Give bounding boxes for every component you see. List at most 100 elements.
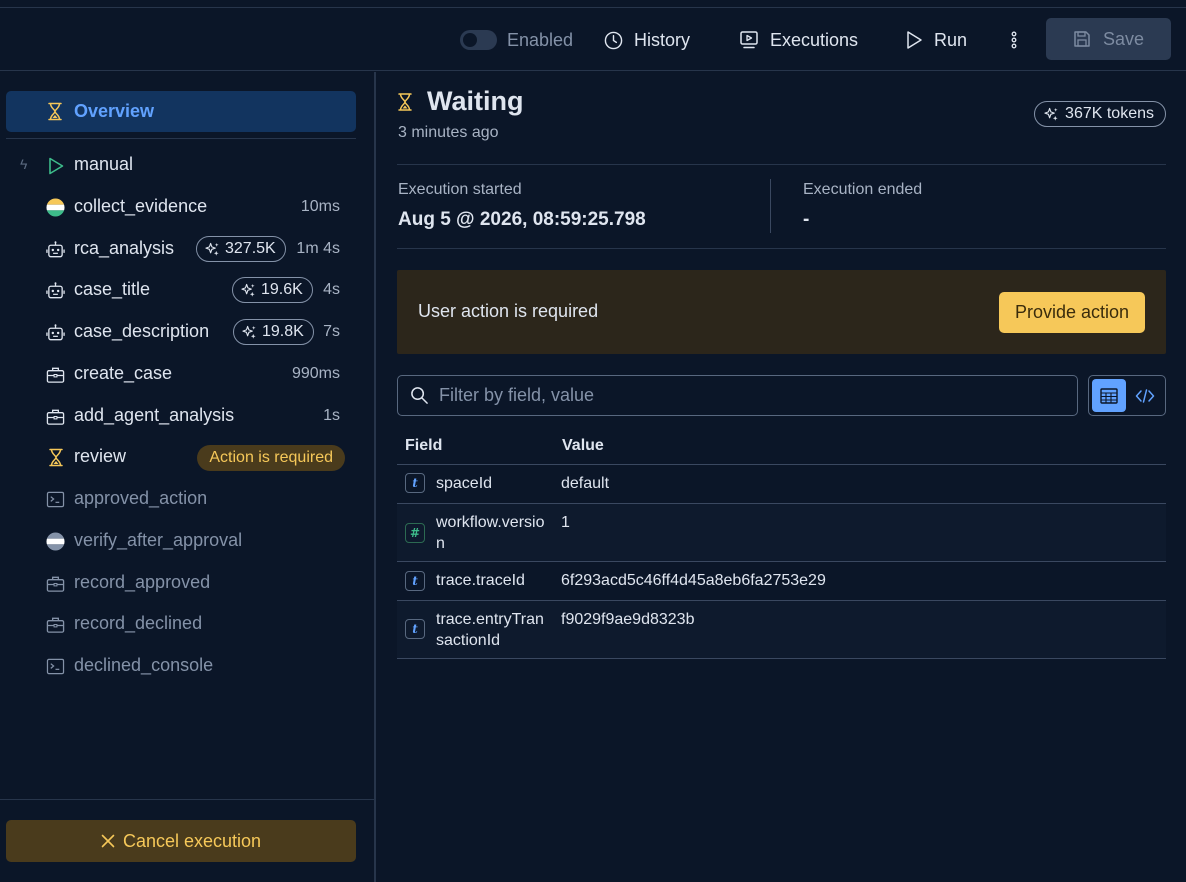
sparkles-icon	[1044, 107, 1058, 121]
field-name: trace.traceId	[436, 572, 525, 589]
token-badge: 19.8K	[233, 319, 314, 345]
execution-ended-value: -	[803, 209, 810, 230]
executions-button[interactable]: Executions	[739, 26, 858, 54]
step-manual[interactable]: ϟ manual	[0, 149, 356, 181]
history-button[interactable]: History	[604, 26, 690, 54]
table-view-button[interactable]	[1092, 379, 1126, 412]
enabled-label: Enabled	[507, 29, 574, 50]
field-value: default	[561, 475, 610, 492]
number-type-icon: #	[405, 523, 425, 543]
table-header: Field Value	[397, 429, 1166, 465]
action-required-badge: Action is required	[197, 445, 345, 471]
field-name: spaceId	[436, 475, 493, 492]
step-name: record_declined	[74, 613, 203, 633]
step-case-description[interactable]: case_description 19.8K 7s	[0, 316, 356, 348]
field-value: 6f293acd5c46ff4d45a8eb6fa2753e29	[561, 572, 826, 589]
save-icon	[1073, 30, 1091, 48]
field-name: workflow.version	[436, 514, 545, 552]
vertical-divider	[770, 179, 771, 233]
step-name: approved_action	[74, 488, 208, 508]
sparkles-icon	[242, 325, 256, 339]
step-duration: 10ms	[300, 198, 340, 215]
robot-icon	[46, 323, 65, 342]
overview-label: Overview	[74, 101, 155, 121]
kebab-icon	[1008, 30, 1020, 50]
search-icon	[410, 386, 429, 405]
total-tokens: 367K tokens	[1065, 105, 1154, 122]
play-icon	[905, 30, 923, 50]
step-review[interactable]: review Action is required	[0, 441, 356, 473]
play-icon	[46, 156, 65, 175]
more-options-button[interactable]	[1008, 26, 1020, 54]
table-row[interactable]: t trace.entryTransactionId f9029f9ae9d83…	[397, 601, 1166, 659]
sparkles-icon	[241, 283, 255, 297]
code-icon	[1135, 388, 1155, 404]
hourglass-icon	[397, 92, 413, 112]
filter-field[interactable]	[397, 375, 1078, 416]
divider	[397, 164, 1166, 165]
provide-action-button[interactable]: Provide action	[999, 292, 1145, 333]
token-badge: 327.5K	[196, 236, 286, 262]
robot-icon	[46, 281, 65, 300]
toggle-switch[interactable]	[460, 30, 497, 50]
status-time-ago: 3 minutes ago	[398, 124, 499, 141]
console-icon	[46, 490, 65, 509]
token-count: 327.5K	[225, 240, 276, 257]
step-record-declined[interactable]: record_declined	[0, 608, 356, 640]
json-view-button[interactable]	[1129, 379, 1163, 412]
step-add-agent-analysis[interactable]: add_agent_analysis 1s	[0, 400, 356, 432]
clock-icon	[604, 31, 623, 50]
sidebar-item-overview[interactable]: Overview	[6, 91, 356, 132]
elastic-icon	[46, 198, 65, 217]
step-declined-console[interactable]: declined_console	[0, 650, 356, 682]
enabled-toggle[interactable]: Enabled	[460, 26, 573, 54]
table-row[interactable]: # workflow.version 1	[397, 504, 1166, 562]
token-badge: 19.6K	[232, 277, 313, 303]
step-name: case_description	[74, 321, 210, 341]
table-icon	[1100, 387, 1118, 404]
execution-ended-label: Execution ended	[803, 181, 923, 198]
status-title: Waiting	[427, 86, 524, 116]
step-name: create_case	[74, 363, 173, 383]
step-name: verify_after_approval	[74, 530, 243, 550]
briefcase-icon	[46, 407, 65, 426]
step-name: record_approved	[74, 572, 211, 592]
step-case-title[interactable]: case_title 19.6K 4s	[0, 274, 356, 306]
trigger-bolt-icon: ϟ	[20, 156, 28, 172]
hourglass-icon	[46, 448, 65, 467]
step-create-case[interactable]: create_case 990ms	[0, 358, 356, 390]
step-verify-after-approval[interactable]: verify_after_approval	[0, 525, 356, 557]
string-type-icon: t	[405, 473, 425, 493]
string-type-icon: t	[405, 571, 425, 591]
step-name: collect_evidence	[74, 196, 208, 216]
history-label: History	[634, 29, 691, 50]
step-record-approved[interactable]: record_approved	[0, 567, 356, 599]
field-value: 1	[561, 514, 570, 531]
run-label: Run	[934, 29, 968, 50]
cancel-label: Cancel execution	[122, 830, 262, 851]
steps-sidebar: Overview ϟ manual collect_evidence 10ms …	[0, 72, 376, 882]
string-type-icon: t	[405, 619, 425, 639]
field-value: f9029f9ae9d8323b	[561, 611, 695, 628]
step-rca-analysis[interactable]: rca_analysis 327.5K 1m 4s	[0, 233, 356, 265]
total-tokens-badge: 367K tokens	[1034, 101, 1166, 127]
sparkles-icon	[205, 242, 219, 256]
save-button[interactable]: Save	[1046, 18, 1171, 60]
table-row[interactable]: t spaceId default	[397, 465, 1166, 504]
cancel-execution-button[interactable]: Cancel execution	[6, 820, 356, 862]
step-duration: 7s	[323, 323, 340, 340]
status-header: Waiting	[397, 86, 523, 117]
step-duration: 1m 4s	[296, 240, 340, 257]
execution-started-label: Execution started	[398, 181, 522, 198]
run-button[interactable]: Run	[905, 26, 967, 54]
save-label: Save	[1102, 28, 1145, 49]
table-row[interactable]: t trace.traceId 6f293acd5c46ff4d45a8eb6f…	[397, 562, 1166, 601]
console-icon	[46, 657, 65, 676]
briefcase-icon	[46, 365, 65, 384]
robot-icon	[46, 240, 65, 259]
view-mode-toggle	[1088, 375, 1166, 416]
sidebar-divider	[6, 138, 356, 139]
step-approved-action[interactable]: approved_action	[0, 483, 356, 515]
filter-input[interactable]	[439, 385, 1039, 406]
step-collect-evidence[interactable]: collect_evidence 10ms	[0, 191, 356, 223]
